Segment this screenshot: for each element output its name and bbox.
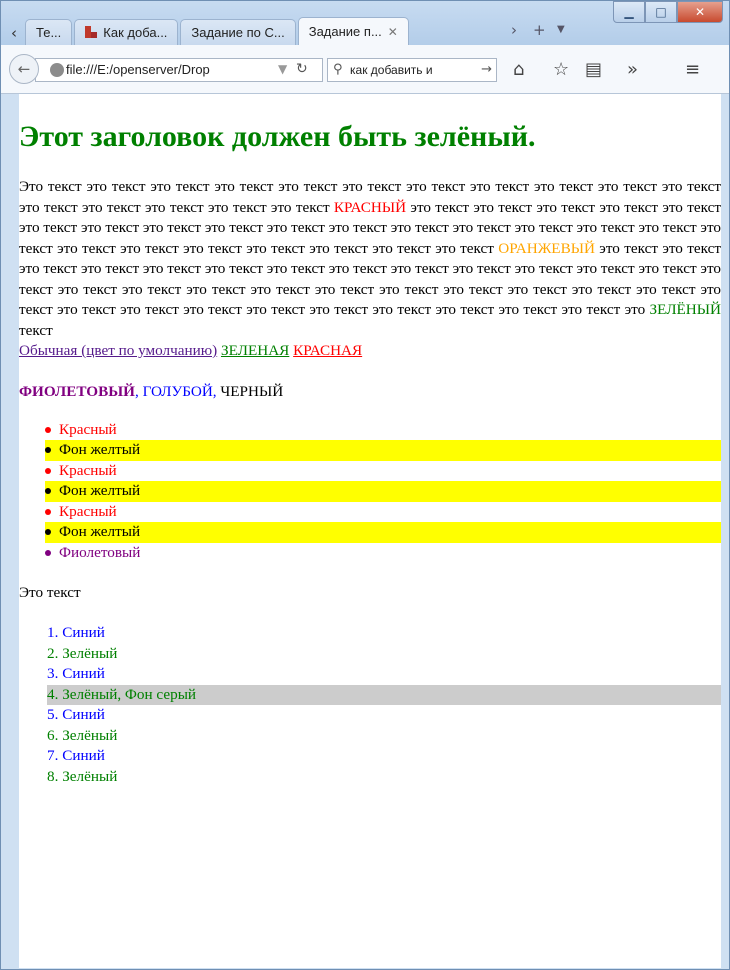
tab-4-label: Задание п...	[308, 24, 382, 39]
list-item: Фон желтый	[45, 522, 721, 543]
violet-word: ФИОЛЕТОВЫЙ	[19, 382, 135, 400]
tab-2-label: Как доба...	[103, 25, 168, 40]
bookmark-star-icon[interactable]: ☆	[553, 57, 569, 83]
text-paragraph: Это текст это текст это текст это текст …	[19, 177, 721, 362]
page-title: Этот заголовок должен быть зелёный.	[19, 120, 536, 153]
separator-1: ,	[134, 382, 139, 400]
list-item: Фон желтый	[45, 440, 721, 461]
colors-line: ФИОЛЕТОВЫЙ, ГОЛУБОЙ, ЧЕРНЫЙ	[19, 382, 721, 402]
page-content: Этот заголовок должен быть зелёный. Это …	[19, 94, 721, 968]
separator-2: ,	[212, 382, 217, 400]
item-number: 7.	[47, 747, 59, 764]
item-number: 1.	[47, 624, 59, 641]
list-item: Красный	[45, 461, 721, 482]
browser-window: ‹ Те... Как доба... Задание по С... Зада…	[0, 0, 730, 970]
reload-icon[interactable]: ↻	[296, 57, 308, 81]
item-number: 6.	[47, 726, 59, 744]
numbered-item: 2. Зелёный	[47, 644, 721, 665]
numbered-item: 6. Зелёный	[47, 726, 721, 747]
maximize-icon[interactable]: □	[645, 1, 677, 23]
item-text: Зелёный	[62, 644, 118, 662]
home-icon[interactable]: ⌂	[513, 57, 524, 83]
black-word: ЧЕРНЫЙ	[220, 382, 284, 400]
site-favicon-icon	[85, 26, 98, 38]
item-text: Синий	[62, 665, 105, 682]
item-number: 8.	[47, 767, 59, 785]
search-input[interactable]: ⚲ как добавить и →	[327, 58, 497, 82]
green-link[interactable]: ЗЕЛЕНАЯ	[221, 342, 289, 359]
list-item: Фон желтый	[45, 481, 721, 502]
item-text: Зелёный, Фон серый	[62, 685, 197, 703]
item-number: 3.	[47, 665, 59, 682]
tab-1-label: Те...	[36, 25, 62, 40]
search-icon: ⚲	[333, 62, 343, 77]
title-bar: ‹ Те... Как доба... Задание по С... Зада…	[1, 1, 729, 45]
red-link[interactable]: КРАСНАЯ	[293, 342, 362, 359]
tab-scroll-left-icon[interactable]: ‹	[5, 23, 23, 43]
tab-2[interactable]: Как доба...	[74, 19, 179, 45]
new-tab-icon[interactable]: +	[533, 19, 546, 41]
numbered-item: 1. Синий	[47, 623, 721, 644]
orange-word: ОРАНЖЕВЫЙ	[498, 239, 595, 257]
plain-text: Это текст	[19, 584, 81, 601]
tab-list-icon[interactable]: ▼	[557, 19, 565, 41]
globe-icon	[50, 63, 64, 77]
numbered-list: 1. Синий 2. Зелёный 3. Синий 4. Зелёный,…	[19, 623, 721, 787]
tab-close-icon[interactable]: ✕	[388, 25, 398, 39]
tab-4-active[interactable]: Задание п... ✕	[297, 17, 409, 45]
tab-scroll-right-icon[interactable]: ›	[511, 19, 517, 41]
url-dropdown-icon[interactable]: ▼	[278, 57, 287, 81]
numbered-item: 7. Синий	[47, 746, 721, 767]
tab-3[interactable]: Задание по С...	[180, 19, 296, 45]
numbered-item: 8. Зелёный	[47, 767, 721, 788]
tab-strip: Те... Как доба... Задание по С... Задани…	[25, 17, 411, 45]
tab-3-label: Задание по С...	[191, 25, 285, 40]
item-text: Зелёный	[62, 767, 118, 785]
window-controls: ▁ □ ✕	[613, 1, 723, 23]
menu-icon[interactable]: ≡	[685, 57, 700, 83]
minimize-icon[interactable]: ▁	[613, 1, 645, 23]
item-text: Синий	[62, 624, 105, 641]
list-item: Красный	[45, 420, 721, 441]
navigation-toolbar: file:///E:/openserver/Drop ← ▼ ↻ ⚲ как д…	[1, 45, 729, 94]
list-item: Красный	[45, 502, 721, 523]
para-text-4: текст	[19, 321, 53, 339]
item-number: 4.	[47, 685, 59, 703]
search-go-icon[interactable]: →	[481, 59, 492, 81]
search-text: как добавить и	[350, 63, 433, 77]
url-text: file:///E:/openserver/Drop	[66, 62, 210, 77]
item-text: Зелёный	[62, 726, 118, 744]
blue-word: ГОЛУБОЙ	[142, 382, 213, 400]
numbered-item: 5. Синий	[47, 705, 721, 726]
item-text: Синий	[62, 706, 105, 723]
list-item: Фиолетовый	[45, 543, 721, 564]
numbered-item: 4. Зелёный, Фон серый	[47, 684, 721, 705]
close-window-icon[interactable]: ✕	[677, 1, 723, 23]
back-arrow-icon[interactable]: ←	[9, 54, 39, 84]
bullet-list: Красный Фон желтый Красный Фон желтый Кр…	[19, 420, 721, 564]
item-number: 5.	[47, 706, 59, 723]
green-word: ЗЕЛЁНЫЙ	[649, 301, 721, 318]
default-link[interactable]: Обычная (цвет по умолчанию)	[19, 342, 217, 359]
overflow-chevron-icon[interactable]: »	[627, 57, 638, 83]
tab-1[interactable]: Те...	[25, 19, 73, 45]
red-word: КРАСНЫЙ	[333, 198, 407, 216]
item-number: 2.	[47, 644, 59, 662]
item-text: Синий	[62, 747, 105, 764]
numbered-item: 3. Синий	[47, 664, 721, 685]
reading-list-icon[interactable]: ▤	[585, 57, 602, 83]
